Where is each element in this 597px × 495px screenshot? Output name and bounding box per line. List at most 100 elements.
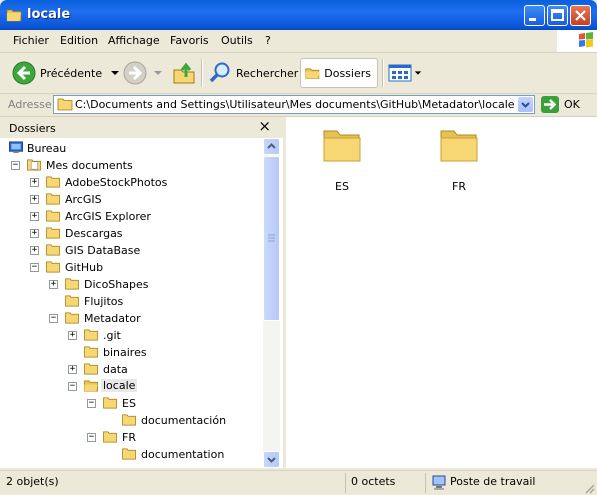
tree-item-binaires[interactable]: binaires — [0, 344, 263, 361]
folders-icon — [305, 68, 320, 79]
tree-item-label: ArcGIS Explorer — [65, 210, 151, 223]
folder-tree: Bureau − Mes documents + AdobeStockPhoto… — [0, 138, 263, 468]
tree-item-label: locale — [101, 379, 138, 392]
scroll-up-button[interactable] — [263, 138, 280, 155]
address-field[interactable]: C:\Documents and Settings\Utilisateur\Me… — [53, 95, 535, 114]
scroll-thumb[interactable] — [263, 156, 280, 321]
go-label[interactable]: OK — [564, 98, 580, 111]
minimize-button[interactable] — [524, 5, 545, 26]
menu-bar: Fichier Edition Affichage Favoris Outils… — [0, 30, 597, 53]
chevron-down-icon — [521, 102, 530, 108]
go-button[interactable] — [541, 96, 559, 113]
status-separator — [425, 473, 426, 493]
tree-item-descargas[interactable]: + Descargas — [0, 225, 263, 242]
search-button[interactable]: Rechercher — [208, 58, 298, 88]
folder-item-fr[interactable]: FR — [429, 125, 489, 193]
maximize-icon — [551, 9, 564, 21]
expand-toggle[interactable]: + — [30, 178, 39, 187]
tree-item-arcgis[interactable]: + ArcGIS — [0, 191, 263, 208]
tree-item-documentation[interactable]: documentation — [0, 446, 263, 463]
menu-edition[interactable]: Edition — [60, 34, 98, 47]
view-grid-icon — [388, 64, 412, 82]
folder-icon — [103, 431, 117, 443]
window-title: locale — [27, 7, 71, 22]
folder-icon — [84, 329, 98, 341]
folders-pane-title: Dossiers — [9, 122, 56, 135]
tree-item-documentacion[interactable]: documentación — [0, 412, 263, 429]
back-arrow-icon — [12, 61, 36, 85]
status-location: Poste de travail — [450, 475, 536, 488]
tree-item-data[interactable]: + data — [0, 361, 263, 378]
tree-item-label: Mes documents — [46, 159, 133, 172]
menu-favoris[interactable]: Favoris — [170, 34, 209, 47]
maximize-button[interactable] — [547, 5, 568, 26]
menu-outils[interactable]: Outils — [221, 34, 253, 47]
folder-label: FR — [452, 180, 466, 193]
collapse-toggle[interactable]: − — [87, 433, 96, 442]
up-folder-button[interactable] — [172, 58, 196, 88]
tree-item-fr[interactable]: − FR — [0, 429, 263, 446]
folder-icon — [84, 363, 98, 375]
folder-icon — [46, 193, 60, 205]
tree-item-git[interactable]: + .git — [0, 327, 263, 344]
back-button[interactable]: Précédente — [12, 58, 120, 88]
collapse-toggle[interactable]: − — [30, 263, 39, 272]
expand-toggle[interactable]: + — [68, 365, 77, 374]
chevron-down-icon — [267, 457, 276, 463]
collapse-toggle[interactable]: − — [87, 399, 96, 408]
tree-item-flujitos[interactable]: Flujitos — [0, 293, 263, 310]
expand-toggle[interactable]: + — [49, 280, 58, 289]
chevron-down-icon — [154, 71, 162, 75]
scroll-down-button[interactable] — [263, 451, 280, 468]
tree-item-mes-documents[interactable]: − Mes documents — [0, 157, 263, 174]
toolbar: Précédente Rechercher Dossiers — [0, 53, 597, 94]
tree-item-github[interactable]: − GitHub — [0, 259, 263, 276]
menu-fichier[interactable]: Fichier — [13, 34, 49, 47]
tree-item-dicoshapes[interactable]: + DicoShapes — [0, 276, 263, 293]
menu-affichage[interactable]: Affichage — [108, 34, 160, 47]
folder-icon — [65, 312, 79, 324]
desktop-icon — [9, 141, 23, 154]
resize-grip-icon[interactable] — [583, 482, 595, 494]
tree-item-arcgis-explorer[interactable]: + ArcGIS Explorer — [0, 208, 263, 225]
folders-label: Dossiers — [324, 66, 371, 80]
tree-item-adobestockphotos[interactable]: + AdobeStockPhotos — [0, 174, 263, 191]
folders-pane-close-button[interactable]: × — [258, 117, 271, 135]
forward-button[interactable] — [123, 58, 163, 88]
expand-toggle[interactable]: + — [30, 195, 39, 204]
address-bar: Adresse C:\Documents and Settings\Utilis… — [0, 94, 597, 117]
menu-help[interactable]: ? — [265, 34, 271, 47]
folder-icon — [65, 295, 79, 307]
windows-flag-icon — [579, 32, 593, 48]
address-dropdown-button[interactable] — [518, 97, 533, 112]
folder-icon — [57, 98, 73, 111]
expand-toggle[interactable]: + — [30, 246, 39, 255]
folder-icon — [46, 210, 60, 222]
back-label: Précédente — [40, 66, 103, 80]
expand-toggle[interactable]: + — [30, 229, 39, 238]
search-label: Rechercher — [236, 66, 299, 80]
tree-item-metadator[interactable]: − Metadator — [0, 310, 263, 327]
tree-scrollbar[interactable] — [263, 138, 280, 468]
toolbar-separator — [201, 59, 203, 87]
tree-item-es[interactable]: − ES — [0, 395, 263, 412]
chevron-down-icon — [111, 71, 120, 75]
tree-item-bureau[interactable]: Bureau — [0, 140, 263, 157]
folder-icon — [440, 130, 478, 162]
tree-item-gis-database[interactable]: + GIS DataBase — [0, 242, 263, 259]
folder-up-icon — [173, 62, 195, 84]
close-button[interactable] — [570, 5, 591, 26]
folder-item-es[interactable]: ES — [312, 125, 372, 193]
views-button[interactable] — [388, 58, 422, 88]
tree-item-label: AdobeStockPhotos — [65, 176, 168, 189]
expand-toggle[interactable]: + — [68, 331, 77, 340]
collapse-toggle[interactable]: − — [11, 161, 20, 170]
windows-logo — [557, 30, 597, 52]
collapse-toggle[interactable]: − — [49, 314, 58, 323]
collapse-toggle[interactable]: − — [68, 382, 77, 391]
expand-toggle[interactable]: + — [30, 212, 39, 221]
tree-item-locale[interactable]: − locale — [0, 378, 263, 395]
folders-button[interactable]: Dossiers — [300, 58, 378, 88]
minimize-icon — [529, 18, 536, 21]
title-bar[interactable]: locale — [0, 0, 597, 30]
